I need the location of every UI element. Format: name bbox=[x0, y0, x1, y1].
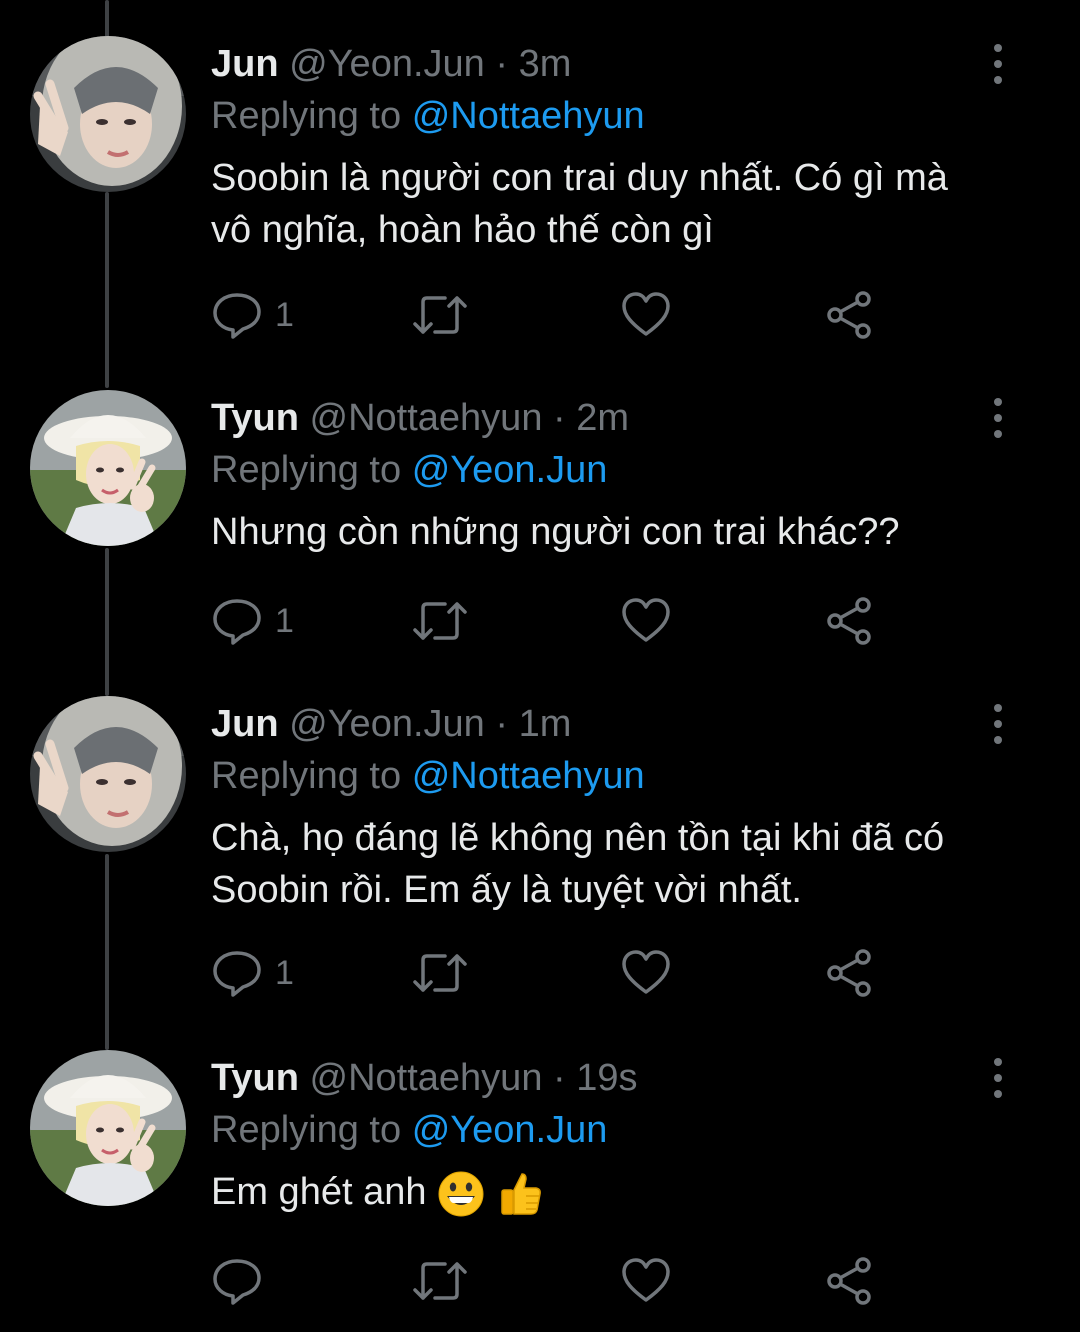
reply-count: 1 bbox=[275, 601, 294, 640]
separator-dot: · bbox=[553, 397, 566, 439]
tweet-text-container: Em ghét anh bbox=[211, 1166, 960, 1218]
reply-icon bbox=[213, 951, 261, 997]
mention-link[interactable]: @Yeon.Jun bbox=[412, 449, 608, 491]
like-button[interactable] bbox=[621, 596, 671, 646]
share-icon bbox=[827, 597, 871, 645]
share-button[interactable] bbox=[825, 948, 875, 998]
replying-to-label: Replying to bbox=[211, 1109, 402, 1151]
reply-count: 1 bbox=[275, 295, 294, 334]
thread-line bbox=[105, 548, 109, 696]
replying-to-label: Replying to bbox=[211, 95, 402, 137]
display-name[interactable]: Jun bbox=[211, 703, 279, 745]
like-button[interactable] bbox=[621, 1256, 671, 1306]
share-icon bbox=[827, 291, 871, 339]
retweet-icon bbox=[413, 954, 467, 992]
reply-icon bbox=[213, 293, 261, 339]
retweet-icon bbox=[413, 1262, 467, 1300]
retweet-button[interactable] bbox=[411, 290, 469, 340]
heart-icon bbox=[622, 1258, 670, 1302]
retweet-button[interactable] bbox=[411, 948, 469, 998]
action-bar: 1 bbox=[211, 948, 891, 998]
thread-line bbox=[105, 192, 109, 388]
user-handle[interactable]: @Yeon.Jun bbox=[289, 703, 485, 745]
reply-button[interactable]: 1 bbox=[211, 948, 294, 998]
action-bar: 1 bbox=[211, 290, 891, 340]
retweet-button[interactable] bbox=[411, 596, 469, 646]
separator-dot: · bbox=[495, 43, 509, 85]
avatar[interactable] bbox=[30, 696, 186, 852]
avatar[interactable] bbox=[30, 1050, 186, 1206]
action-bar: 1 bbox=[211, 596, 891, 646]
display-name[interactable]: Jun bbox=[211, 43, 279, 85]
thread-line bbox=[105, 0, 109, 38]
mention-link[interactable]: @Nottaehyun bbox=[412, 755, 645, 797]
user-handle[interactable]: @Nottaehyun bbox=[310, 1057, 543, 1099]
reply-button[interactable]: 1 bbox=[211, 290, 294, 340]
retweet-icon bbox=[413, 602, 467, 640]
replying-to-label: Replying to bbox=[211, 755, 402, 797]
thread-line bbox=[105, 854, 109, 1050]
more-vertical-icon[interactable] bbox=[986, 398, 1010, 438]
avatar[interactable] bbox=[30, 390, 186, 546]
heart-icon bbox=[622, 292, 670, 336]
timestamp[interactable]: 3m bbox=[519, 43, 572, 85]
timestamp[interactable]: 2m bbox=[576, 397, 629, 439]
retweet-icon bbox=[413, 296, 467, 334]
reply-button[interactable] bbox=[211, 1256, 275, 1306]
tweet-text: Chà, họ đáng lẽ không nên tồn tại khi đã… bbox=[211, 817, 945, 911]
share-icon bbox=[827, 1257, 871, 1305]
grinning-face-icon bbox=[438, 1171, 484, 1217]
separator-dot: · bbox=[495, 703, 509, 745]
more-vertical-icon[interactable] bbox=[986, 704, 1010, 744]
tweet-text: Em ghét anh bbox=[211, 1171, 427, 1213]
tweet-text: Nhưng còn những người con trai khác?? bbox=[211, 511, 900, 553]
mention-link[interactable]: @Nottaehyun bbox=[412, 95, 645, 137]
reply-count: 1 bbox=[275, 953, 294, 992]
share-button[interactable] bbox=[825, 290, 875, 340]
retweet-button[interactable] bbox=[411, 1256, 469, 1306]
more-vertical-icon[interactable] bbox=[986, 1058, 1010, 1098]
replying-to-label: Replying to bbox=[211, 449, 402, 491]
avatar[interactable] bbox=[30, 36, 186, 192]
timestamp[interactable]: 1m bbox=[519, 703, 572, 745]
like-button[interactable] bbox=[621, 948, 671, 998]
share-button[interactable] bbox=[825, 596, 875, 646]
reply-button[interactable]: 1 bbox=[211, 596, 294, 646]
share-icon bbox=[827, 949, 871, 997]
share-button[interactable] bbox=[825, 1256, 875, 1306]
display-name[interactable]: Tyun bbox=[211, 397, 299, 439]
user-handle[interactable]: @Yeon.Jun bbox=[289, 43, 485, 85]
reply-icon bbox=[213, 1259, 261, 1305]
display-name[interactable]: Tyun bbox=[211, 1057, 299, 1099]
more-vertical-icon[interactable] bbox=[986, 44, 1010, 84]
mention-link[interactable]: @Yeon.Jun bbox=[412, 1109, 608, 1151]
reply-icon bbox=[213, 599, 261, 645]
user-handle[interactable]: @Nottaehyun bbox=[310, 397, 543, 439]
action-bar bbox=[211, 1256, 891, 1306]
tweet-text: Soobin là người con trai duy nhất. Có gì… bbox=[211, 157, 948, 251]
like-button[interactable] bbox=[621, 290, 671, 340]
heart-icon bbox=[622, 950, 670, 994]
timestamp[interactable]: 19s bbox=[576, 1057, 637, 1099]
heart-icon bbox=[622, 598, 670, 642]
separator-dot: · bbox=[553, 1057, 566, 1099]
thumbs-up-icon bbox=[500, 1173, 541, 1215]
